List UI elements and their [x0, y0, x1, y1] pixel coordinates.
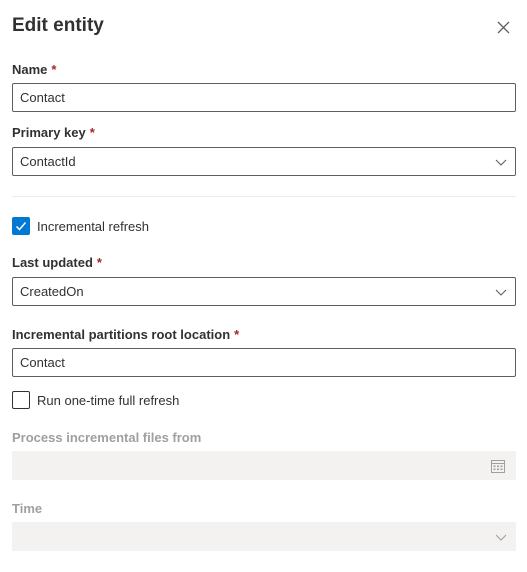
required-marker: * — [89, 125, 95, 140]
partitions-root-label-text: Incremental partitions root location — [12, 327, 231, 342]
incremental-refresh-label: Incremental refresh — [37, 218, 149, 234]
required-marker: * — [51, 62, 57, 77]
last-updated-value: CreatedOn — [20, 284, 84, 299]
time-label: Time — [12, 501, 43, 516]
panel-title: Edit entity — [12, 15, 104, 36]
partitions-root-value: Contact — [20, 355, 65, 370]
chevron-down-icon — [495, 159, 507, 166]
checkmark-icon — [15, 222, 27, 231]
name-label: Name * — [12, 62, 56, 77]
last-updated-label: Last updated * — [12, 255, 102, 270]
divider — [12, 196, 516, 197]
close-icon[interactable] — [494, 18, 512, 36]
process-from-label: Process incremental files from — [12, 430, 202, 445]
edit-entity-panel: Edit entity Name * Contact Primary key * C… — [0, 0, 527, 572]
calendar-icon — [491, 460, 505, 473]
checkbox-unchecked[interactable] — [12, 391, 30, 409]
primary-key-label: Primary key * — [12, 125, 95, 140]
last-updated-dropdown[interactable]: CreatedOn — [12, 277, 516, 306]
checkbox-checked[interactable] — [12, 217, 30, 235]
chevron-down-icon — [495, 289, 507, 296]
primary-key-value: ContactId — [20, 154, 76, 169]
process-from-date-picker — [12, 451, 516, 480]
time-dropdown — [12, 522, 516, 551]
name-input-value: Contact — [20, 90, 65, 105]
primary-key-dropdown[interactable]: ContactId — [12, 147, 516, 176]
full-refresh-label: Run one-time full refresh — [37, 392, 180, 408]
partitions-root-input[interactable]: Contact — [12, 348, 516, 377]
partitions-root-label: Incremental partitions root location * — [12, 327, 239, 342]
required-marker: * — [234, 327, 240, 342]
incremental-refresh-checkbox[interactable]: Incremental refresh — [12, 217, 149, 235]
name-label-text: Name — [12, 62, 48, 77]
last-updated-label-text: Last updated — [12, 255, 93, 270]
primary-key-label-text: Primary key — [12, 125, 86, 140]
chevron-down-icon — [495, 534, 507, 541]
full-refresh-checkbox[interactable]: Run one-time full refresh — [12, 391, 179, 409]
required-marker: * — [96, 255, 102, 270]
name-input[interactable]: Contact — [12, 83, 516, 112]
